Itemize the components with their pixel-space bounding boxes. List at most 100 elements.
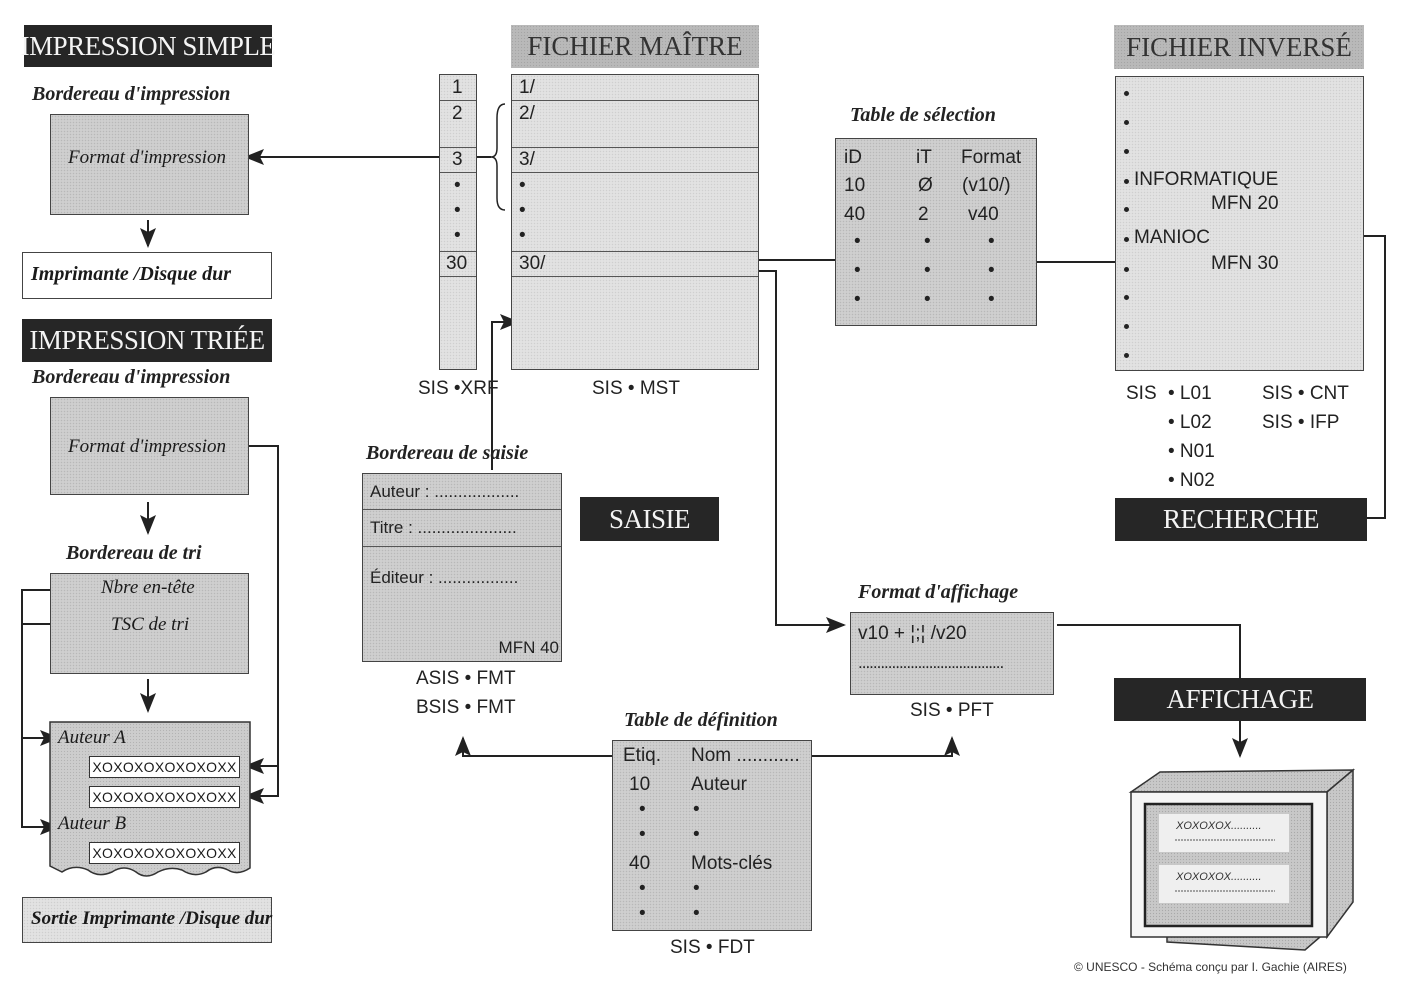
mst-row: • • • <box>512 173 758 252</box>
arrow-fdt-to-pft <box>811 736 960 757</box>
table-selection-header: iT <box>916 147 932 168</box>
xrf-entry: 3 <box>452 149 463 170</box>
table-definition-cell: • <box>693 878 700 899</box>
inverted-file-cnt: SIS • CNT <box>1262 383 1349 404</box>
format-affichage-line2: ....................................... <box>858 653 1004 672</box>
mst-entry: 2/ <box>519 103 535 124</box>
table-selection[interactable]: iD iT Format 10 Ø (v10/) 40 2 v40 • • • • • • • • • <box>835 138 1037 326</box>
saisie-field-auteur[interactable]: Auteur : .................. <box>370 482 519 502</box>
auteur-a-label: Auteur A <box>58 727 126 748</box>
xrf-entry: • <box>454 200 461 221</box>
table-selection-cell: 2 <box>918 204 929 225</box>
table-definition-cell: • <box>639 903 646 924</box>
saisie-file-bsis: BSIS • FMT <box>416 697 516 718</box>
impression-triee-output-box[interactable]: Sortie Imprimante /Disque dur <box>22 897 272 943</box>
screen-line-2: XOXOXOX.......... <box>1176 871 1262 883</box>
mst-entry: • <box>519 225 526 246</box>
xrf-entry: • <box>454 225 461 246</box>
table-selection-cell: • <box>924 260 931 281</box>
table-definition-cell: 10 <box>629 774 651 795</box>
table-selection-cell: 40 <box>844 204 866 225</box>
table-definition-caption: Table de définition <box>624 709 778 731</box>
impression-triee-caption: Bordereau d'impression <box>32 366 231 388</box>
table-definition-header: Etiq. <box>623 745 662 766</box>
table-definition-cell: • <box>693 903 700 924</box>
term-informatique: INFORMATIQUE <box>1134 169 1279 190</box>
bullet-icon <box>1124 179 1129 184</box>
mfn-30: MFN 30 <box>1211 253 1279 274</box>
record-a2: XOXOXOXOXOXOXX <box>89 786 240 808</box>
saisie-field-titre[interactable]: Titre : ..................... <box>370 518 517 538</box>
sort-box[interactable]: Nbre en-tête TSC de tri <box>50 573 249 674</box>
mfn-20: MFN 20 <box>1211 193 1279 214</box>
table-selection-cell: v40 <box>968 204 999 225</box>
bullet-icon <box>1124 267 1129 272</box>
brace-icon <box>490 103 506 211</box>
table-definition-cell: • <box>693 824 700 845</box>
table-definition-header: Nom ............ <box>691 745 800 766</box>
arrow-fdt-to-fmt <box>455 736 612 757</box>
recherche-banner: RECHERCHE <box>1115 498 1367 541</box>
table-selection-cell: • <box>988 260 995 281</box>
xrf-row: 30 <box>440 252 476 277</box>
mst-entry: 1/ <box>519 77 535 98</box>
saisie-file-asis: ASIS • FMT <box>416 668 516 689</box>
impression-simple-format-box[interactable]: Format d'impression <box>50 114 249 215</box>
mst-row: 2/ <box>512 101 758 148</box>
table-selection-cell: (v10/) <box>962 175 1011 196</box>
line-display-format-to-affichage <box>1057 624 1241 678</box>
xrf-row: 1 <box>440 75 476 101</box>
bullet-icon <box>1124 295 1129 300</box>
saisie-form[interactable]: Auteur : .................. Titre : ....… <box>362 473 562 662</box>
inverted-file-ifp: SIS • IFP <box>1262 412 1340 433</box>
table-definition-cell: • <box>639 799 646 820</box>
sort-caption: Bordereau de tri <box>66 542 202 564</box>
xrf-entry: 30 <box>446 253 468 274</box>
table-selection-cell: • <box>988 289 995 310</box>
mst-row: 1/ <box>512 75 758 101</box>
table-selection-header: iD <box>844 147 862 168</box>
inverted-file-l02: • L02 <box>1168 412 1212 433</box>
sort-item-nbre: Nbre en-tête <box>101 577 195 598</box>
mst-entry: • <box>519 175 526 196</box>
bullet-icon <box>1124 207 1129 212</box>
mst-file[interactable]: 1/ 2/ 3/ • • • 30/ <box>511 74 759 370</box>
table-selection-cell: • <box>924 231 931 252</box>
table-definition-cell: • <box>693 799 700 820</box>
xrf-entry: • <box>454 175 461 196</box>
bullet-icon <box>1124 149 1129 154</box>
mst-row: 30/ <box>512 252 758 277</box>
saisie-field-editeur[interactable]: Éditeur : ................. <box>370 568 518 588</box>
term-manioc: MANIOC <box>1134 227 1210 248</box>
screen-line-1: XOXOXOX.......... <box>1176 820 1262 832</box>
inverted-file-l01: • L01 <box>1168 383 1212 404</box>
saisie-mfn: MFN 40 <box>498 638 559 657</box>
saisie-field-row: Auteur : .................. <box>363 474 561 510</box>
table-selection-cell: • <box>854 260 861 281</box>
format-affichage-box[interactable]: v10 + ¦;¦ /v20 .........................… <box>850 612 1054 695</box>
mst-entry: • <box>519 200 526 221</box>
bullet-icon <box>1124 91 1129 96</box>
mst-entry: 30/ <box>519 253 546 274</box>
table-definition[interactable]: Etiq. Nom ............ 10 Auteur • • • • 40 Mots-… <box>612 740 812 931</box>
xrf-label: SIS •XRF <box>418 378 499 399</box>
impression-triee-format-box[interactable]: Format d'impression <box>50 397 249 495</box>
impression-triee-output-label: Sortie Imprimante /Disque dur <box>31 908 273 929</box>
bullet-icon <box>1124 237 1129 242</box>
credit: © UNESCO - Schéma conçu par I. Gachie (A… <box>1074 960 1347 974</box>
arrow-mst-to-display-format <box>748 270 846 633</box>
mst-entry: 3/ <box>519 149 535 170</box>
sort-item-tsc: TSC de tri <box>111 614 190 635</box>
xrf-file[interactable]: 1 2 3 • • • 30 <box>439 74 477 370</box>
mst-row: 3/ <box>512 148 758 173</box>
table-selection-cell: • <box>854 289 861 310</box>
table-definition-cell: Auteur <box>691 774 747 795</box>
format-affichage-file: SIS • PFT <box>910 700 994 721</box>
inverted-file[interactable]: INFORMATIQUE MFN 20 MANIOC MFN 30 <box>1115 76 1364 371</box>
mst-label: SIS • MST <box>592 378 680 399</box>
impression-simple-output-box[interactable]: Imprimante /Disque dur <box>22 252 272 299</box>
bullet-icon <box>1124 324 1129 329</box>
table-selection-cell: Ø <box>918 175 933 196</box>
xrf-entry: 2 <box>452 103 463 124</box>
table-definition-cell: Mots-clés <box>691 853 773 874</box>
